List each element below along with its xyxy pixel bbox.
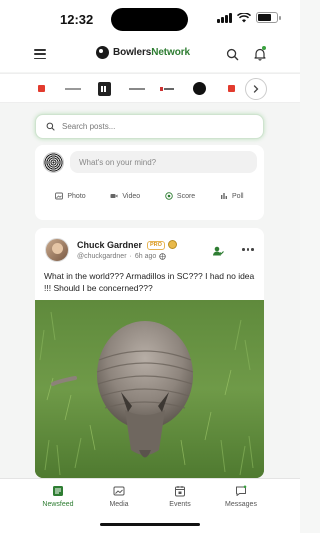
post-text: What in the world??? Armadillos in SC???… bbox=[44, 271, 255, 293]
search-posts-input[interactable]: Search posts... bbox=[35, 114, 264, 139]
brand[interactable]: BowlersNetwork bbox=[96, 46, 190, 59]
battery-icon bbox=[256, 12, 281, 23]
search-placeholder: Search posts... bbox=[62, 122, 116, 131]
calendar-icon bbox=[175, 486, 185, 497]
partner-logo[interactable] bbox=[160, 82, 174, 96]
post-handle: @chuckgardner bbox=[77, 253, 127, 260]
nav-media[interactable]: Media bbox=[89, 485, 149, 508]
app-header: BowlersNetwork bbox=[0, 38, 300, 72]
bowling-ball-icon bbox=[96, 46, 109, 59]
score-button[interactable]: Score bbox=[165, 192, 195, 200]
post-composer: What's on your mind? Photo Video Score P… bbox=[35, 145, 264, 220]
partner-logo[interactable] bbox=[38, 85, 45, 92]
partner-logo[interactable] bbox=[65, 82, 81, 96]
chat-icon bbox=[236, 485, 247, 496]
photo-button[interactable]: Photo bbox=[55, 192, 86, 200]
partner-logos-carousel bbox=[0, 73, 300, 103]
score-icon bbox=[165, 192, 173, 200]
pro-badge: PRO bbox=[147, 241, 165, 250]
nav-messages[interactable]: Messages bbox=[211, 485, 271, 508]
menu-icon[interactable] bbox=[34, 49, 46, 59]
post-time: 6h ago bbox=[134, 253, 157, 260]
post-meta: @chuckgardner · 6h ago bbox=[77, 253, 166, 260]
video-icon bbox=[110, 194, 118, 198]
status-time: 12:32 bbox=[60, 12, 94, 27]
video-button[interactable]: Video bbox=[110, 192, 140, 200]
wifi-icon bbox=[237, 12, 251, 22]
avatar[interactable] bbox=[43, 152, 64, 173]
meta-separator: · bbox=[129, 253, 132, 260]
post-image[interactable] bbox=[35, 300, 264, 478]
brand-name: BowlersNetwork bbox=[113, 47, 190, 58]
newsfeed-icon bbox=[53, 486, 63, 496]
dynamic-island bbox=[111, 8, 188, 31]
post-card: Chuck Gardner PRO @chuckgardner · 6h ago… bbox=[35, 228, 264, 478]
chevron-right-icon bbox=[253, 85, 259, 93]
status-bar: 12:32 bbox=[0, 0, 300, 38]
gold-member-icon bbox=[168, 240, 177, 249]
partner-logo[interactable] bbox=[193, 82, 206, 95]
nav-newsfeed[interactable]: Newsfeed bbox=[28, 485, 88, 508]
poll-icon bbox=[220, 193, 227, 199]
search-icon bbox=[46, 122, 55, 131]
poll-button[interactable]: Poll bbox=[220, 192, 244, 200]
photo-icon bbox=[55, 192, 64, 200]
avatar[interactable] bbox=[45, 238, 69, 262]
status-icons bbox=[217, 12, 281, 23]
home-indicator bbox=[100, 523, 200, 526]
app-screen: 12:32 BowlersNetwork Search posts... Wha… bbox=[0, 0, 300, 533]
armadillo-photo bbox=[35, 300, 264, 478]
partner-logo[interactable] bbox=[129, 82, 145, 96]
carousel-next-button[interactable] bbox=[245, 78, 267, 100]
more-options-icon[interactable] bbox=[242, 248, 254, 251]
post-author-name[interactable]: Chuck Gardner bbox=[77, 240, 142, 250]
notification-dot bbox=[262, 46, 266, 50]
follow-user-icon[interactable] bbox=[212, 245, 224, 257]
partner-logo[interactable] bbox=[228, 85, 235, 92]
media-icon bbox=[113, 486, 125, 496]
globe-icon bbox=[159, 253, 166, 260]
nav-events[interactable]: Events bbox=[150, 485, 210, 508]
composer-actions: Photo Video Score Poll bbox=[35, 192, 264, 200]
composer-input[interactable]: What's on your mind? bbox=[70, 151, 257, 173]
signal-icon bbox=[217, 12, 232, 23]
partner-logo[interactable] bbox=[98, 82, 111, 96]
search-icon[interactable] bbox=[226, 48, 239, 61]
